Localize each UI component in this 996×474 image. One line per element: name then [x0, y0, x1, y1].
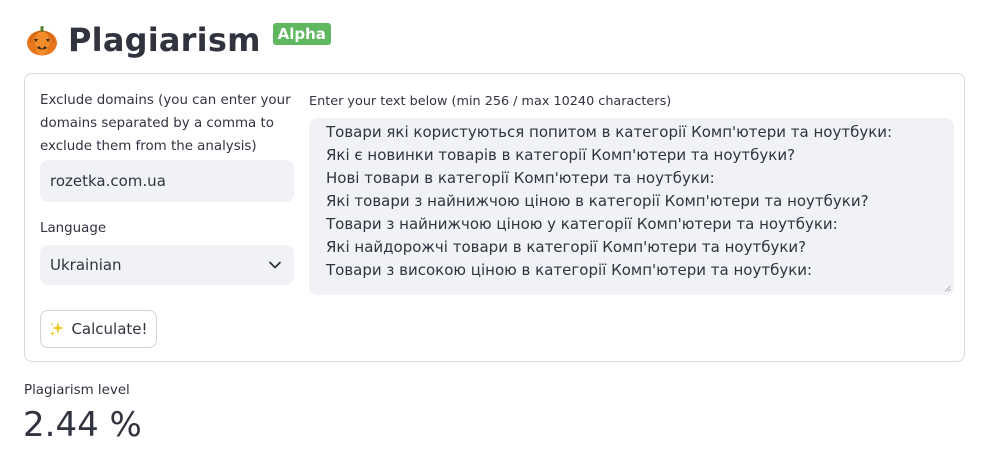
- language-select[interactable]: Ukrainian: [40, 245, 294, 285]
- sparkle-icon: [50, 322, 65, 336]
- text-line: Які найдорожчі товари в категорії Комп'ю…: [326, 238, 807, 256]
- exclude-domains-value: rozetka.com.ua: [50, 172, 166, 190]
- language-label: Language: [40, 221, 107, 236]
- plagiarism-level-value: 2.44 %: [23, 405, 142, 445]
- text-input-label: Enter your text below (min 256 / max 102…: [309, 94, 672, 109]
- text-input-area[interactable]: Товари які користуються попитом в катего…: [309, 118, 954, 295]
- text-line: Товари з найнижчою ціною у категорії Ком…: [326, 215, 838, 233]
- analysis-form: Exclude domains (you can enter your doma…: [24, 73, 965, 362]
- pumpkin-icon: [27, 26, 57, 56]
- text-line: Нові товари в категорії Комп'ютери та но…: [326, 169, 715, 187]
- calculate-button-label: Calculate!: [71, 320, 148, 338]
- text-line: Які є новинки товарів в категорії Комп'ю…: [326, 146, 796, 164]
- language-selected-value: Ukrainian: [50, 256, 122, 274]
- plagiarism-level-label: Plagiarism level: [24, 383, 130, 398]
- text-line: Товари які користуються попитом в катего…: [326, 123, 893, 141]
- exclude-domains-input[interactable]: rozetka.com.ua: [40, 160, 294, 202]
- page-title: Plagiarism: [68, 21, 261, 59]
- alpha-badge: Alpha: [272, 23, 331, 45]
- exclude-domains-label: Exclude domains (you can enter your doma…: [40, 93, 291, 154]
- text-line: Товари з високою ціною в категорії Комп'…: [326, 261, 813, 279]
- resize-handle-icon[interactable]: [944, 285, 951, 292]
- text-line: Які товари з найнижчою ціною в категорії…: [326, 192, 869, 210]
- calculate-button[interactable]: Calculate!: [40, 310, 157, 348]
- page-header: Plagiarism Alpha: [24, 18, 331, 62]
- chevron-down-icon: [269, 261, 281, 269]
